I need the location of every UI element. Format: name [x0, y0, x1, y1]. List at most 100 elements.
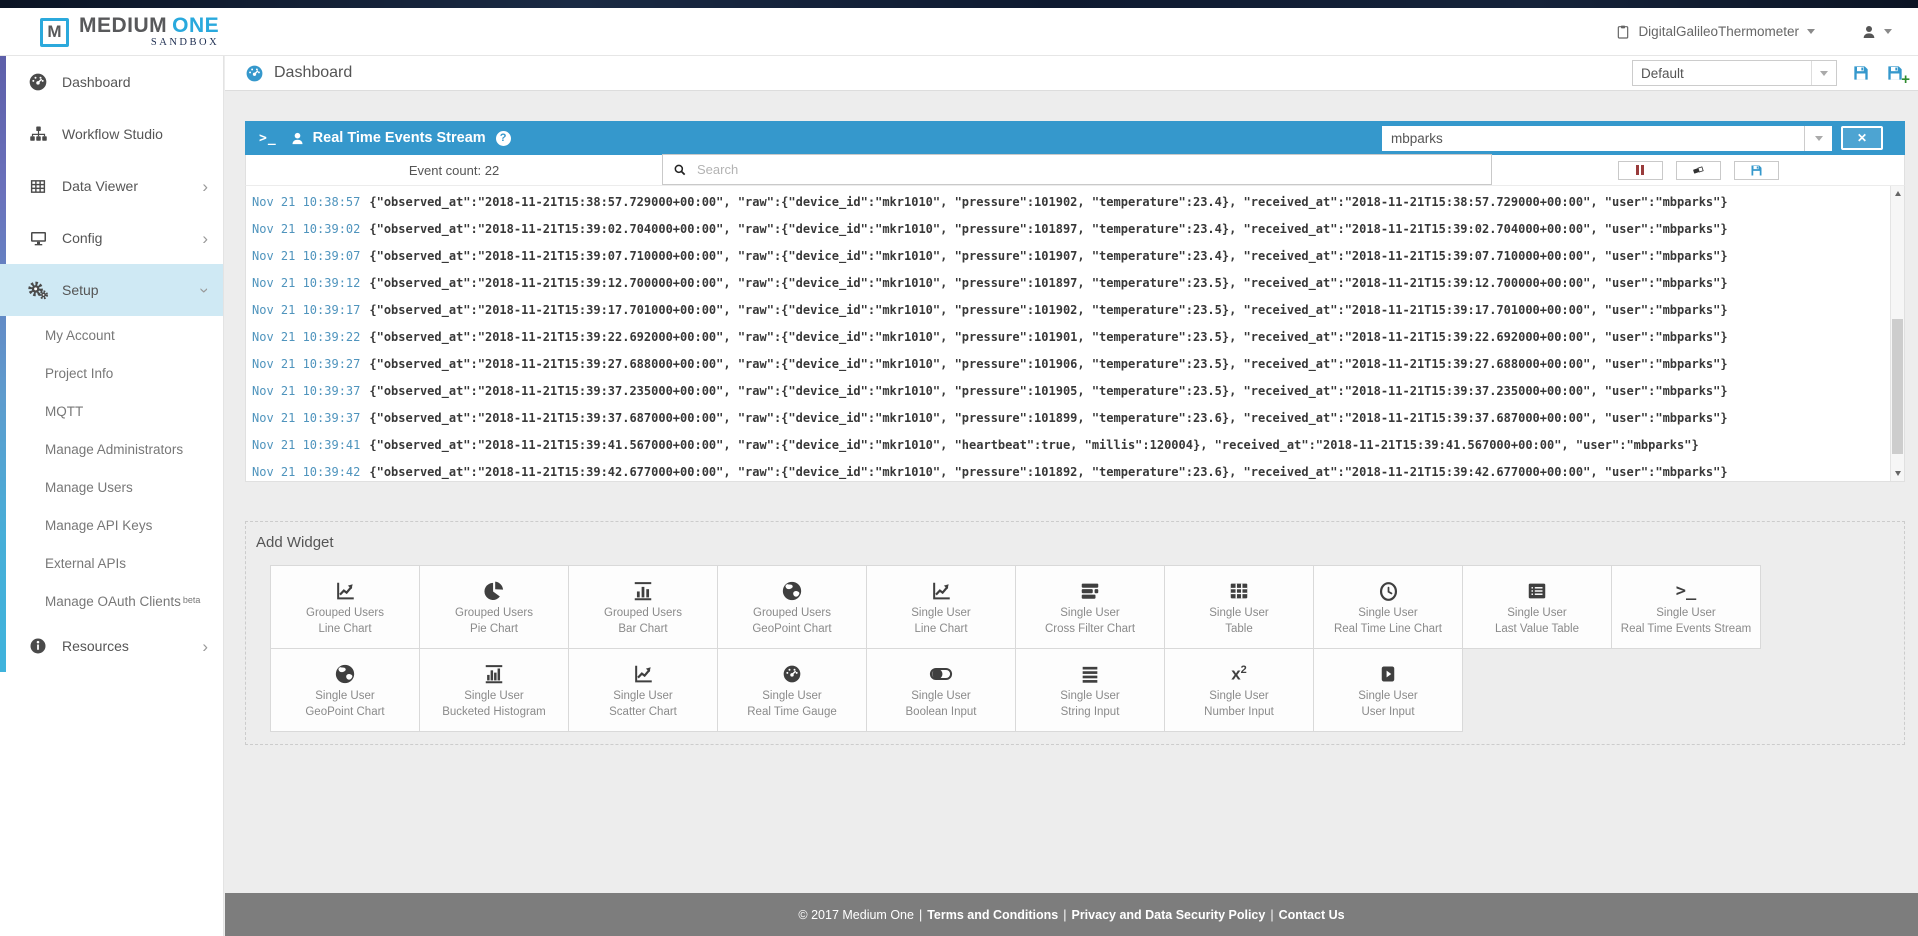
sidebar-subitem-project-info[interactable]: Project Info — [0, 354, 223, 392]
sidebar-item-dashboard[interactable]: Dashboard — [0, 56, 223, 108]
sidebar-item-config[interactable]: Config › — [0, 212, 223, 264]
sidebar-subitem-my-account[interactable]: My Account — [0, 316, 223, 354]
event-json: {"observed_at":"2018-11-21T15:39:27.6880… — [369, 357, 1727, 371]
footer: © 2017 Medium One|Terms and Conditions|P… — [225, 893, 1918, 936]
project-name: DigitalGalileoThermometer — [1638, 24, 1799, 39]
widget-tile-single-user-real-time-line-chart[interactable]: Single User Real Time Line Chart — [1313, 565, 1463, 649]
main-content: Dashboard Default + >_ Real Time Events … — [225, 56, 1918, 893]
footer-link-contact-us[interactable]: Contact Us — [1279, 908, 1345, 922]
plus-icon: + — [1901, 72, 1910, 87]
close-panel-button[interactable]: ✕ — [1841, 126, 1883, 150]
sidebar-subitem-manage-users[interactable]: Manage Users — [0, 468, 223, 506]
widget-tile-single-user-boolean-input[interactable]: Single User Boolean Input — [866, 648, 1016, 732]
widget-tile-single-user-geopoint-chart[interactable]: Single User GeoPoint Chart — [270, 648, 420, 732]
panel-title: Real Time Events Stream — [313, 130, 486, 146]
bar-chart-icon — [632, 577, 654, 605]
widget-tile-single-user-table[interactable]: Single User Table — [1164, 565, 1314, 649]
widget-tile-single-user-number-input[interactable]: x2 Single User Number Input — [1164, 648, 1314, 732]
sidebar-item-workflow-studio[interactable]: Workflow Studio — [0, 108, 223, 160]
event-timestamp: Nov 21 10:39:27 — [252, 357, 360, 371]
dashboard-select[interactable]: Default — [1632, 60, 1837, 86]
widget-tile-grouped-users-line-chart[interactable]: Grouped Users Line Chart — [270, 565, 420, 649]
add-widget-section: Add Widget Grouped Users Line Chart Grou… — [245, 521, 1905, 745]
page-title: Dashboard — [274, 64, 352, 82]
widget-tile-single-user-last-value-table[interactable]: Single User Last Value Table — [1462, 565, 1612, 649]
footer-link-terms-and-conditions[interactable]: Terms and Conditions — [927, 908, 1058, 922]
gauge-icon — [26, 72, 50, 92]
chevron-right-icon: › — [202, 178, 208, 195]
globe-icon — [334, 660, 356, 688]
search-input[interactable] — [695, 161, 1419, 178]
widget-tile-single-user-cross-filter-chart[interactable]: Single User Cross Filter Chart — [1015, 565, 1165, 649]
clock-icon — [1378, 577, 1399, 605]
pause-button[interactable] — [1618, 161, 1663, 180]
app-bar: M MEDIUMONE SANDBOX DigitalGalileoThermo… — [0, 8, 1918, 56]
sidebar-item-resources[interactable]: Resources › — [0, 620, 223, 672]
play-square-icon — [1378, 660, 1398, 688]
chevron-down-icon — [1811, 61, 1836, 85]
brand-sandbox: SANDBOX — [151, 37, 219, 49]
event-log-row: Nov 21 10:39:42{"observed_at":"2018-11-2… — [252, 459, 1904, 482]
widget-tile-single-user-string-input[interactable]: Single User String Input — [1015, 648, 1165, 732]
widget-tile-single-user-line-chart[interactable]: Single User Line Chart — [866, 565, 1016, 649]
copyright-text: © 2017 Medium One — [798, 908, 914, 922]
log-scrollbar[interactable] — [1890, 186, 1904, 481]
sidebar-subitem-external-apis[interactable]: External APIs — [0, 544, 223, 582]
help-icon[interactable]: ? — [496, 131, 511, 146]
event-timestamp: Nov 21 10:39:02 — [252, 222, 360, 236]
user-menu[interactable] — [1861, 24, 1892, 40]
save-dashboard-button[interactable] — [1851, 63, 1871, 83]
chevron-right-icon: › — [202, 638, 208, 655]
table-icon — [26, 178, 50, 195]
widget-tile-grouped-users-bar-chart[interactable]: Grouped Users Bar Chart — [568, 565, 718, 649]
widget-tile-single-user-user-input[interactable]: Single User User Input — [1313, 648, 1463, 732]
sidebar-subitem-manage-oauth-clients[interactable]: Manage OAuth Clientsbeta — [0, 582, 223, 620]
clear-button[interactable] — [1676, 161, 1721, 180]
project-selector[interactable]: DigitalGalileoThermometer — [1615, 23, 1815, 41]
pie-chart-icon — [483, 577, 505, 605]
event-log-row: Nov 21 10:39:17{"observed_at":"2018-11-2… — [252, 297, 1904, 324]
realtime-events-panel: >_ Real Time Events Stream ? ✕ Event cou… — [245, 121, 1905, 482]
widget-tile-single-user-real-time-events-stream[interactable]: >_ Single User Real Time Events Stream — [1611, 565, 1761, 649]
sidebar-subitem-mqtt[interactable]: MQTT — [0, 392, 223, 430]
search-icon — [673, 163, 687, 177]
event-json: {"observed_at":"2018-11-21T15:39:37.6870… — [369, 411, 1727, 425]
event-json: {"observed_at":"2018-11-21T15:39:42.6770… — [369, 465, 1727, 479]
save-as-new-dashboard-button[interactable]: + — [1885, 63, 1905, 83]
dashboard-gauge-icon — [245, 64, 264, 83]
terminal-icon: >_ — [1676, 577, 1696, 605]
chevron-down-icon[interactable] — [1804, 126, 1832, 151]
close-icon: ✕ — [1857, 131, 1867, 145]
sitemap-icon — [26, 125, 50, 143]
footer-link-privacy-and-data-security-policy[interactable]: Privacy and Data Security Policy — [1071, 908, 1265, 922]
panel-header: >_ Real Time Events Stream ? ✕ — [245, 121, 1905, 155]
event-json: {"observed_at":"2018-11-21T15:39:02.7040… — [369, 222, 1727, 236]
sidebar-subitem-manage-administrators[interactable]: Manage Administrators — [0, 430, 223, 468]
event-log-row: Nov 21 10:39:37{"observed_at":"2018-11-2… — [252, 405, 1904, 432]
brand-one: ONE — [172, 14, 219, 37]
scroll-up-icon[interactable] — [1891, 187, 1904, 200]
widget-tile-single-user-scatter-chart[interactable]: Single User Scatter Chart — [568, 648, 718, 732]
widget-tile-single-user-bucketed-histogram[interactable]: Single User Bucketed Histogram — [419, 648, 569, 732]
bars-icon — [1079, 660, 1101, 688]
sidebar-item-data-viewer[interactable]: Data Viewer › — [0, 160, 223, 212]
save-log-button[interactable] — [1734, 161, 1779, 180]
terminal-icon: >_ — [259, 131, 277, 146]
event-log-row: Nov 21 10:39:41 {"observed_at":"2018-11-2… — [252, 432, 1904, 459]
line-chart-icon — [930, 577, 953, 605]
event-log-row: Nov 21 10:39:27 {"observed_at":"2018-11-2… — [252, 351, 1904, 378]
scrollbar-thumb[interactable] — [1892, 319, 1903, 455]
event-timestamp: Nov 21 10:39:07 — [252, 249, 360, 263]
event-json: {"observed_at":"2018-11-21T15:39:41.5670… — [369, 438, 1698, 452]
medium-one-logo[interactable]: M MEDIUMONE SANDBOX — [40, 15, 219, 49]
sidebar-item-setup[interactable]: Setup › — [0, 264, 223, 316]
widget-tile-grouped-users-geopoint-chart[interactable]: Grouped Users GeoPoint Chart — [717, 565, 867, 649]
dashboard-select-value: Default — [1633, 66, 1811, 81]
user-filter-input[interactable] — [1382, 126, 1804, 151]
info-icon — [26, 637, 50, 655]
sidebar-subitem-manage-api-keys[interactable]: Manage API Keys — [0, 506, 223, 544]
event-timestamp: Nov 21 10:39:41 — [252, 438, 360, 452]
widget-tile-grouped-users-pie-chart[interactable]: Grouped Users Pie Chart — [419, 565, 569, 649]
widget-tile-single-user-real-time-gauge[interactable]: Single User Real Time Gauge — [717, 648, 867, 732]
scroll-down-icon[interactable] — [1891, 467, 1904, 480]
